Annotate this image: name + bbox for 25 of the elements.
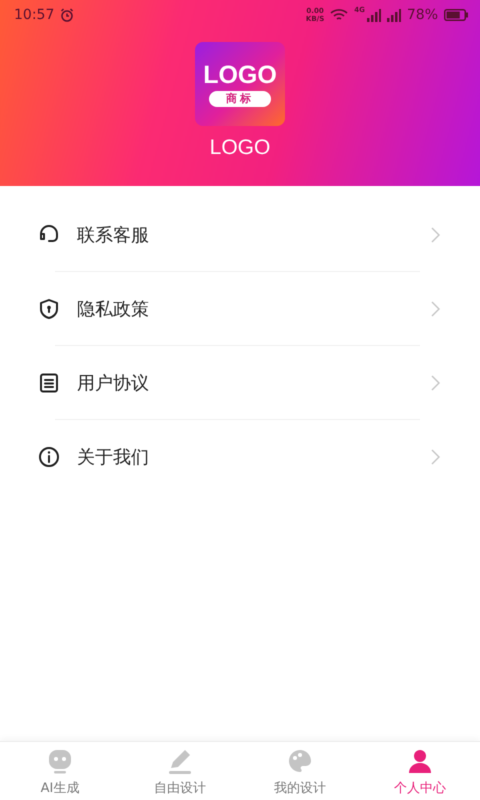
menu-item[interactable]: 联系客服: [0, 198, 480, 271]
menu-item[interactable]: 关于我们: [0, 420, 480, 493]
status-time: 10:57: [14, 7, 54, 23]
battery-percent: 78%: [406, 7, 438, 23]
alarm-icon: [60, 8, 74, 22]
signal-icon: [366, 8, 381, 22]
chevron-right-icon: [431, 226, 440, 242]
nav-tab[interactable]: 个人中心: [360, 742, 480, 800]
nav-tab[interactable]: 我的设计: [240, 742, 360, 800]
signal-icon: [386, 8, 401, 22]
document-icon: [37, 370, 61, 394]
wifi-icon: [330, 8, 348, 22]
info-icon: [37, 444, 61, 468]
nav-tab[interactable]: AI生成: [0, 742, 120, 800]
menu-item[interactable]: 用户协议: [0, 346, 480, 419]
shield-icon: [37, 296, 61, 320]
app-name: LOGO: [210, 136, 270, 160]
chevron-right-icon: [431, 374, 440, 390]
logo-text: LOGO: [203, 62, 277, 88]
logo-tagline: 商标: [209, 90, 271, 106]
menu-item[interactable]: 隐私政策: [0, 272, 480, 345]
chevron-right-icon: [431, 448, 440, 464]
nav-tab[interactable]: 自由设计: [120, 742, 240, 800]
chevron-right-icon: [431, 300, 440, 316]
battery-icon: [444, 9, 468, 21]
